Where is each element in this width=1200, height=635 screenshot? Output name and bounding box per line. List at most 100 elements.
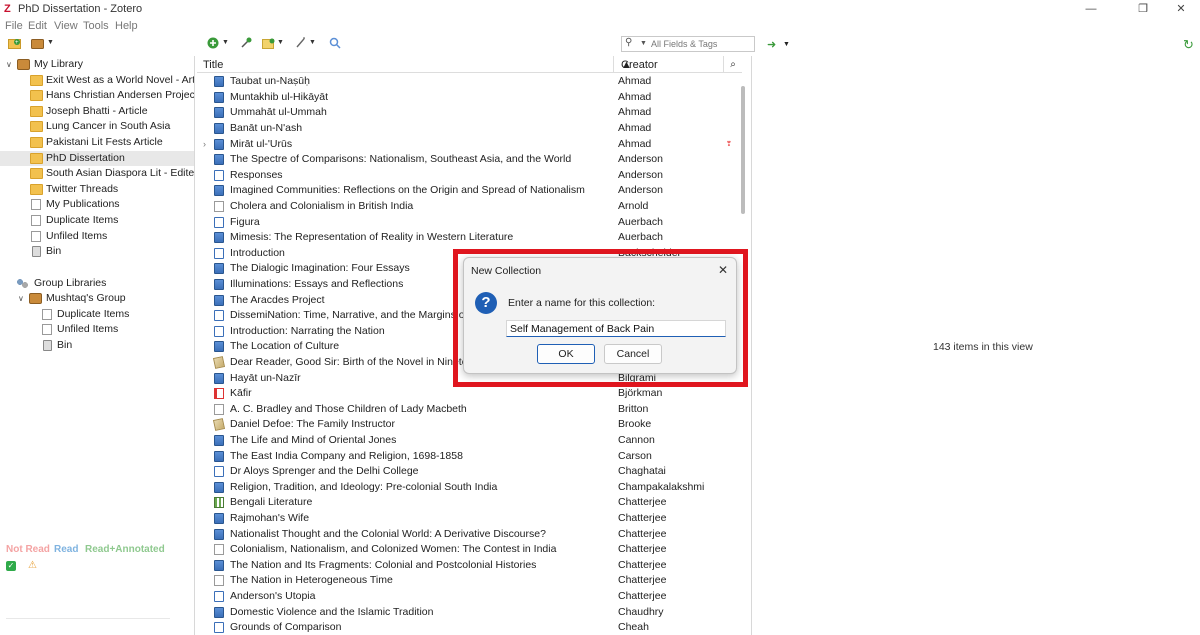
item-row[interactable]: The Spectre of Comparisons: Nationalism,… <box>197 152 742 168</box>
search-placeholder: All Fields & Tags <box>651 39 718 49</box>
item-row[interactable]: Domestic Violence and the Islamic Tradit… <box>197 605 742 621</box>
checkmark-tag-icon[interactable]: ✓ <box>6 561 16 571</box>
chevron-down-icon[interactable]: ∨ <box>18 291 24 306</box>
search-input[interactable]: ⚲ ▼ All Fields & Tags <box>621 36 755 52</box>
tree-group[interactable]: ∨ Mushtaq's Group <box>0 291 194 307</box>
item-row[interactable]: Grounds of Comparison Cheah <box>197 620 742 635</box>
item-row[interactable]: Nationalist Thought and the Colonial Wor… <box>197 527 742 543</box>
item-row[interactable]: Bengali Literature Chatterjee <box>197 495 742 511</box>
collection-name-input[interactable] <box>506 320 726 337</box>
tag-not-read[interactable]: Not Read <box>6 544 50 555</box>
maximize-button[interactable]: ❐ <box>1128 1 1158 17</box>
scrollbar[interactable] <box>741 86 745 214</box>
section-type-icon <box>214 622 224 634</box>
collection-item[interactable]: Twitter Threads <box>0 182 194 198</box>
menu-file[interactable]: File <box>5 20 23 32</box>
section-type-icon <box>214 325 224 337</box>
column-attachments-paperclip-icon[interactable]: ⌕ <box>723 56 742 73</box>
locate-arrow-icon[interactable]: ➜ <box>767 38 776 51</box>
item-row[interactable]: Mimesis: The Representation of Reality i… <box>197 230 742 246</box>
collection-item[interactable]: Pakistani Lit Fests Article <box>0 135 194 151</box>
tree-group-unfiled-items[interactable]: Unfiled Items <box>0 322 194 338</box>
chevron-down-icon[interactable]: ▼ <box>277 39 284 46</box>
sync-icon[interactable]: ↻ <box>1183 37 1194 53</box>
chevron-down-icon[interactable]: ▼ <box>309 39 316 46</box>
item-row[interactable]: Kāfir Björkman <box>197 386 742 402</box>
folder-icon <box>30 137 43 148</box>
item-row[interactable]: Banāt un-N'ash Ahmad <box>197 121 742 137</box>
tree-my-library[interactable]: ∨ My Library <box>0 57 194 73</box>
item-row[interactable]: Religion, Tradition, and Ideology: Pre-c… <box>197 480 742 496</box>
tag-filter-input[interactable] <box>6 618 170 635</box>
item-row[interactable]: The Life and Mind of Oriental Jones Canno… <box>197 433 742 449</box>
expand-chevron-icon[interactable]: › <box>203 137 206 152</box>
item-row[interactable]: Dr Aloys Sprenger and the Delhi College C… <box>197 464 742 480</box>
item-title: The Spectre of Comparisons: Nationalism,… <box>230 153 572 166</box>
item-row[interactable]: › Mirāt ul-'Urūs Ahmad ❣ <box>197 137 742 153</box>
tree-duplicate-items[interactable]: Duplicate Items <box>0 213 194 229</box>
close-window-button[interactable]: ✕ <box>1166 1 1196 17</box>
item-creator: Cannon <box>618 434 655 446</box>
item-row[interactable]: Taubat un-Naṣūḥ Ahmad <box>197 74 742 90</box>
item-row[interactable]: Daniel Defoe: The Family Instructor Brook… <box>197 417 742 433</box>
minimize-button[interactable]: — <box>1076 1 1106 17</box>
tree-group-duplicate-items[interactable]: Duplicate Items <box>0 307 194 323</box>
item-row[interactable]: Cholera and Colonialism in British India… <box>197 199 742 215</box>
chevron-down-icon[interactable]: ▼ <box>783 41 790 48</box>
tree-group-bin[interactable]: Bin <box>0 338 194 354</box>
collection-item[interactable]: South Asian Diaspora Lit - Edited... <box>0 166 194 182</box>
ok-button[interactable]: OK <box>537 344 595 364</box>
item-row[interactable]: Imagined Communities: Reflections on the… <box>197 183 742 199</box>
tree-my-publications[interactable]: My Publications <box>0 197 194 213</box>
tree-unfiled-items[interactable]: Unfiled Items <box>0 229 194 245</box>
item-creator: Chaghatai <box>618 465 666 478</box>
collection-item[interactable]: Hans Christian Andersen Project <box>0 88 194 104</box>
tree-bin[interactable]: Bin <box>0 244 194 260</box>
book-type-icon <box>214 513 224 524</box>
tree-group-libraries[interactable]: Group Libraries <box>0 276 194 292</box>
item-creator: Champakalakshmi <box>618 480 705 493</box>
menu-view[interactable]: View <box>54 20 78 32</box>
item-row[interactable]: A. C. Bradley and Those Children of Lady… <box>197 402 742 418</box>
cancel-button[interactable]: Cancel <box>604 344 662 364</box>
item-row[interactable]: Rajmohan's Wife Chatterjee <box>197 511 742 527</box>
item-row[interactable]: Ummahāt ul-Ummah Ahmad <box>197 105 742 121</box>
new-library-icon[interactable] <box>31 37 45 53</box>
chevron-down-icon[interactable]: ▼ <box>47 39 54 46</box>
tag-read[interactable]: Read <box>54 544 78 555</box>
new-item-icon[interactable] <box>207 37 219 53</box>
item-row[interactable]: Anderson's Utopia Chatterjee <box>197 589 742 605</box>
tree-label: PhD Dissertation <box>46 151 125 164</box>
chevron-down-icon[interactable]: ∨ <box>6 57 12 72</box>
new-note-icon[interactable] <box>262 37 275 53</box>
collection-item[interactable]: Lung Cancer in South Asia <box>0 119 194 135</box>
menu-help[interactable]: Help <box>115 20 138 32</box>
item-row[interactable]: Figura Auerbach <box>197 215 742 231</box>
collection-item-selected[interactable]: PhD Dissertation <box>0 150 194 167</box>
item-row[interactable]: Responses Anderson <box>197 168 742 184</box>
tag-read-annotated[interactable]: Read+Annotated <box>85 544 165 555</box>
menu-tools[interactable]: Tools <box>83 20 109 32</box>
warning-tag-icon[interactable]: ⚠ <box>28 560 37 571</box>
item-row[interactable]: Colonialism, Nationalism, and Colonized … <box>197 542 742 558</box>
item-creator: Chatterjee <box>618 558 667 571</box>
column-creator[interactable]: Creator ▲ <box>613 56 723 73</box>
advanced-search-icon[interactable] <box>329 37 341 53</box>
collection-item[interactable]: Joseph Bhatti - Article <box>0 104 194 120</box>
tree-label: Bin <box>46 245 62 258</box>
column-title[interactable]: Title <box>203 59 223 71</box>
menu-edit[interactable]: Edit <box>28 20 47 32</box>
item-row[interactable]: The East India Company and Religion, 169… <box>197 449 742 465</box>
item-row[interactable]: The Nation in Heterogeneous Time Chatterj… <box>197 573 742 589</box>
new-collection-icon[interactable]: + <box>8 37 21 53</box>
folder-icon <box>30 183 43 195</box>
item-row[interactable]: The Nation and Its Fragments: Colonial a… <box>197 558 742 574</box>
item-row[interactable]: Muntakhib ul-Hikāyāt Ahmad <box>197 90 742 106</box>
attachment-icon[interactable] <box>294 36 306 53</box>
collection-item[interactable]: Exit West as a World Novel - Artic... <box>0 73 194 89</box>
chevron-down-icon[interactable]: ▼ <box>222 39 229 46</box>
close-icon[interactable]: ✕ <box>718 263 728 277</box>
add-by-identifier-icon[interactable] <box>240 37 252 53</box>
search-mode-chevron-icon[interactable]: ▼ <box>640 40 647 47</box>
item-creator: Ahmad <box>618 122 652 134</box>
